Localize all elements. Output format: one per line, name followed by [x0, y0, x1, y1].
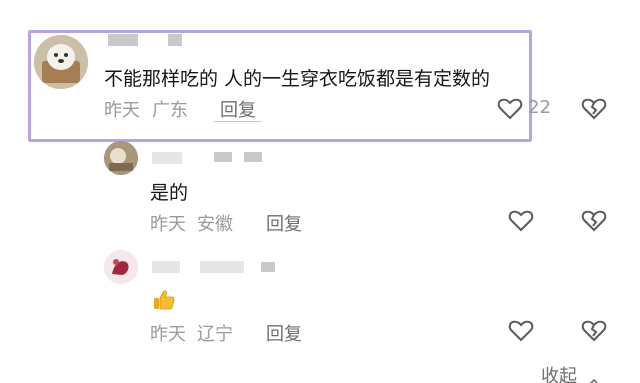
username-redacted — [108, 34, 138, 46]
username-redacted — [152, 261, 180, 273]
username-redacted — [152, 152, 182, 164]
collapse-label: 收起 — [541, 366, 577, 383]
reply-time: 昨天 — [150, 324, 186, 345]
username-redacted — [261, 262, 275, 272]
reply-text: 是的 — [150, 182, 189, 204]
comment-text: 不能那样吃的 人的一生穿衣吃饭都是有定数的 — [104, 68, 491, 90]
thumbs-up-emoji — [152, 288, 176, 312]
username-redacted — [168, 34, 182, 46]
avatar[interactable] — [104, 141, 138, 175]
heart-icon[interactable] — [497, 97, 523, 121]
like-count: 22 — [528, 97, 551, 118]
broken-heart-icon[interactable] — [581, 319, 607, 343]
avatar[interactable] — [104, 250, 138, 284]
username-redacted — [200, 261, 244, 273]
reply-location: 辽宁 — [197, 324, 233, 345]
reply-time: 昨天 — [150, 214, 186, 235]
collapse-replies-button[interactable]: 收起 — [541, 362, 601, 383]
reply-button[interactable]: 回复 — [266, 210, 302, 236]
reply-button[interactable]: 回复 — [266, 320, 302, 346]
reply-button[interactable]: 回复 — [220, 96, 256, 122]
username-redacted — [244, 152, 262, 162]
heart-icon[interactable] — [508, 319, 534, 343]
username-redacted — [214, 152, 232, 162]
comment-location: 广东 — [152, 100, 188, 121]
comment-time: 昨天 — [104, 100, 140, 121]
heart-icon[interactable] — [508, 209, 534, 233]
reply-location: 安徽 — [197, 214, 233, 235]
avatar[interactable] — [34, 35, 88, 89]
chevron-up-icon — [587, 372, 601, 383]
reply-underline — [214, 121, 262, 122]
broken-heart-icon[interactable] — [581, 97, 607, 121]
broken-heart-icon[interactable] — [581, 209, 607, 233]
